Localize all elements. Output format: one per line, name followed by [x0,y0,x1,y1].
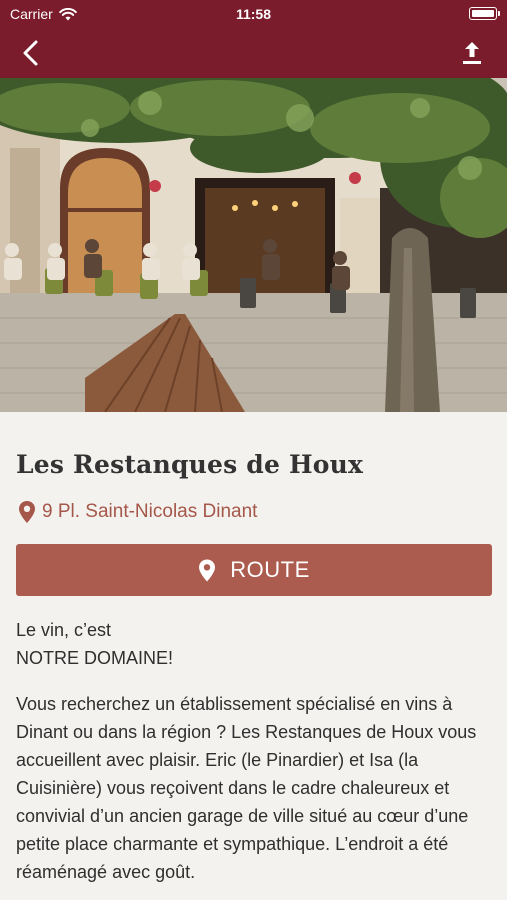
venue-details: Les Restanques de Houx 9 Pl. Saint-Nicol… [0,412,507,900]
venue-address[interactable]: 9 Pl. Saint-Nicolas Dinant [18,500,257,524]
venue-title: Les Restanques de Houx [16,450,364,479]
route-button-label: ROUTE [230,557,310,582]
intro-line-2: NOTRE DOMAINE! [16,648,174,668]
location-pin-icon [19,501,35,523]
location-pin-icon [199,559,216,581]
navigation-bar [0,28,507,78]
venue-photo [0,78,507,412]
chevron-left-icon[interactable] [14,36,48,70]
intro-text: Le vin, c’est NOTRE DOMAINE! [16,616,496,672]
description-body: Vous recherchez un établissement spécial… [16,694,477,882]
intro-line-1: Le vin, c’est [16,620,112,640]
address-text: 9 Pl. Saint-Nicolas Dinant [42,501,258,522]
battery-icon [469,7,500,20]
clock: 11:58 [235,6,272,22]
status-bar: Carrier 11:58 [0,0,507,28]
share-upload-icon[interactable] [457,38,487,68]
route-button[interactable]: ROUTE [16,544,492,596]
